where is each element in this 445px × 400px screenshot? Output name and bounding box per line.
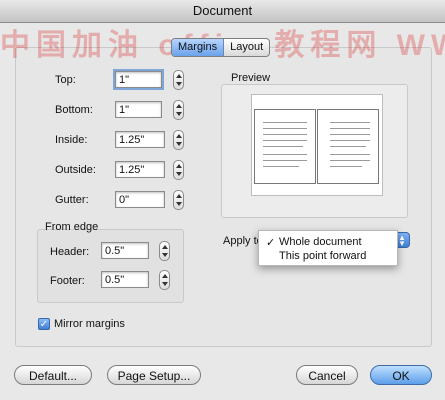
footer-field[interactable]: 0.5" [101,271,149,288]
apply-to-option-forward[interactable]: This point forward [279,250,366,262]
tab-margins[interactable]: Margins [172,39,225,56]
preview-line [263,140,307,141]
outside-stepper[interactable] [173,160,184,180]
checkmark-icon: ✓ [266,237,276,249]
from-edge-title: From edge [45,221,99,233]
bottom-field[interactable]: 1" [115,101,162,118]
top-label: Top: [55,74,76,86]
bottom-stepper[interactable] [173,100,184,120]
default-button[interactable]: Default... [14,365,92,385]
footer-label: Footer: [50,275,85,287]
inside-label: Inside: [55,134,88,146]
preview-line [263,166,299,167]
top-stepper[interactable] [173,70,184,90]
inside-field[interactable]: 1.25" [115,131,165,148]
preview-title: Preview [231,72,271,84]
preview-line [263,154,307,155]
mirror-margins-label: Mirror margins [54,318,125,330]
header-field[interactable]: 0.5" [101,242,149,259]
preview-line [263,146,303,147]
header-label: Header: [50,246,90,258]
mirror-margins-checkbox[interactable]: ✓ [38,318,50,330]
preview-line [330,122,370,123]
inside-stepper[interactable] [173,130,184,150]
window-titlebar: Document [0,0,445,23]
outside-field[interactable]: 1.25" [115,161,165,178]
footer-stepper[interactable] [159,270,170,290]
preview-line [263,122,307,123]
bottom-label: Bottom: [55,104,93,116]
preview-line [263,128,307,129]
header-stepper[interactable] [159,241,170,261]
preview-line [330,166,362,167]
preview-line [263,160,307,161]
window-title: Document [192,3,253,18]
apply-to-menu[interactable]: ✓ Whole document This point forward [258,230,398,266]
apply-to-label: Apply to [223,235,263,247]
top-field[interactable]: 1" [113,69,164,90]
cancel-button[interactable]: Cancel [296,365,358,385]
from-edge-group [37,229,184,303]
preview-line [330,128,370,129]
apply-to-option-whole[interactable]: Whole document [279,236,362,248]
page-setup-button[interactable]: Page Setup... [107,365,201,385]
ok-button[interactable]: OK [370,365,432,385]
tab-layout[interactable]: Layout [224,39,269,56]
tab-bar: Margins Layout [171,38,271,57]
preview-line [330,140,370,141]
preview-line [330,146,366,147]
preview-line [330,160,370,161]
gutter-field[interactable]: 0" [115,191,165,208]
preview-line [330,134,370,135]
gutter-stepper[interactable] [173,190,184,210]
preview-right-page [317,109,379,184]
preview-line [330,154,370,155]
preview-line [263,134,307,135]
gutter-label: Gutter: [55,194,89,206]
preview-left-page [254,109,316,184]
outside-label: Outside: [55,164,96,176]
